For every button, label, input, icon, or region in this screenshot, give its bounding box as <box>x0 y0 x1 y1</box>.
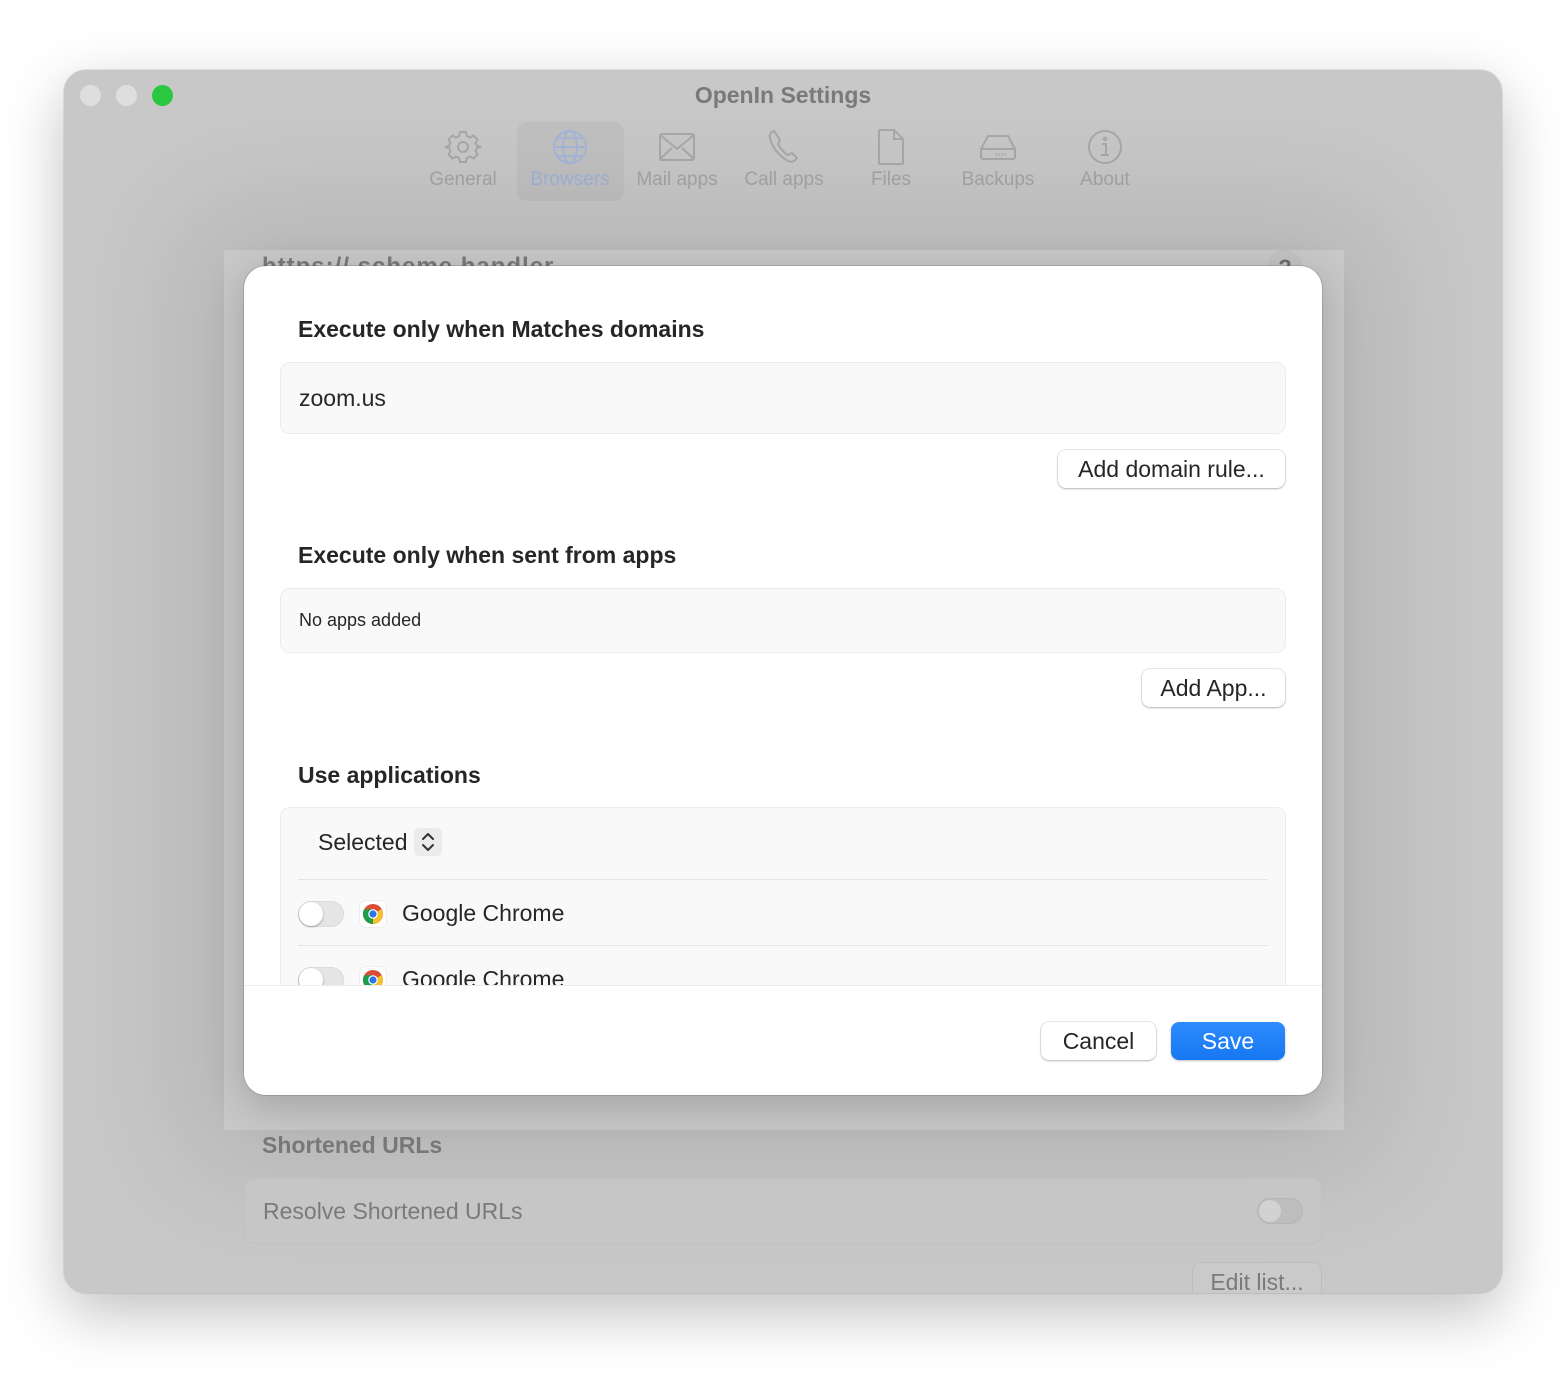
applications-section-title: Use applications <box>298 762 481 788</box>
no-apps-text: No apps added <box>299 610 422 630</box>
list-divider <box>298 879 1268 880</box>
application-enabled-toggle[interactable] <box>298 966 344 985</box>
chrome-icon <box>360 966 386 985</box>
application-enabled-toggle[interactable] <box>298 900 344 927</box>
applications-mode-value: Selected <box>318 828 408 855</box>
application-row: Google Chrome <box>298 900 564 927</box>
application-name: Google Chrome <box>402 900 565 926</box>
save-button[interactable]: Save <box>1171 1022 1285 1060</box>
resolve-shortened-urls-toggle[interactable] <box>1257 1198 1303 1224</box>
resolve-shortened-urls-label: Resolve Shortened URLs <box>263 1197 523 1224</box>
application-name: Google Chrome <box>402 966 565 985</box>
domain-item[interactable]: zoom.us <box>299 385 386 412</box>
source-apps-list: No apps added <box>280 588 1286 653</box>
domains-list: zoom.us <box>280 362 1286 434</box>
sheet-scroll-area[interactable]: Execute only when Matches domains zoom.u… <box>244 266 1322 985</box>
rule-editor-sheet: Execute only when Matches domains zoom.u… <box>244 266 1322 1095</box>
chrome-icon <box>360 900 386 927</box>
applications-mode-popup[interactable]: Selected <box>318 828 442 856</box>
sheet-footer: Cancel Save <box>244 985 1322 1095</box>
list-divider <box>298 945 1268 946</box>
add-app-button[interactable]: Add App... <box>1142 669 1285 707</box>
edit-list-button[interactable]: Edit list... <box>1192 1262 1322 1293</box>
add-domain-rule-button[interactable]: Add domain rule... <box>1058 450 1285 488</box>
shortened-urls-title: Shortened URLs <box>262 1132 443 1158</box>
resolve-shortened-urls-row: Resolve Shortened URLs <box>244 1178 1322 1244</box>
apps-section-title: Execute only when sent from apps <box>298 542 677 568</box>
domains-section-title: Execute only when Matches domains <box>298 316 705 342</box>
application-row: Google Chrome <box>298 966 564 985</box>
chevron-up-down-icon <box>413 828 442 856</box>
cancel-button[interactable]: Cancel <box>1041 1022 1156 1060</box>
